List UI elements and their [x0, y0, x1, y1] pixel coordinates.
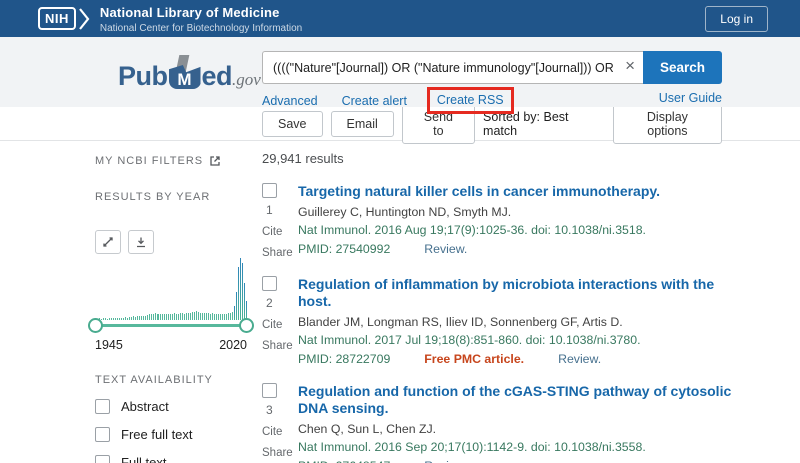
user-guide-link[interactable]: User Guide: [659, 91, 722, 105]
external-link-icon: [209, 155, 221, 167]
abstract-checkbox[interactable]: [95, 399, 110, 414]
year-slider-track: [95, 324, 247, 327]
search-input[interactable]: [262, 51, 643, 84]
nih-header: NIH National Library of Medicine Nationa…: [0, 0, 800, 37]
result-pmid: PMID: 27648547: [298, 459, 390, 463]
display-options-button[interactable]: Display options: [613, 104, 722, 144]
clear-search-icon[interactable]: ×: [625, 56, 635, 76]
share-button[interactable]: Share: [262, 247, 293, 259]
result-authors: Chen Q, Sun L, Chen ZJ.: [298, 422, 740, 436]
review-link[interactable]: Review.: [424, 459, 467, 463]
review-link[interactable]: Review.: [424, 242, 467, 256]
results-by-year-chart: 1945 2020: [95, 258, 247, 352]
year-range-slider: [95, 318, 247, 334]
create-alert-link[interactable]: Create alert: [342, 94, 407, 108]
result-authors: Guillerey C, Huntington ND, Smyth MJ.: [298, 205, 740, 219]
filter-abstract[interactable]: Abstract: [95, 399, 247, 414]
free-pmc-label: Free PMC article.: [424, 352, 524, 366]
results-toolbar: Save Email Send to Sorted by: Best match…: [0, 107, 800, 141]
result-1-checkbox[interactable]: [262, 183, 277, 198]
result-item-1: 1 Cite Share Targeting natural killer ce…: [262, 183, 740, 259]
result-number: 1: [266, 203, 273, 217]
pubmed-logo[interactable]: Pub M ed .gov: [118, 55, 261, 92]
year-start-label: 1945: [95, 338, 123, 352]
chart-expand-button[interactable]: [95, 230, 121, 254]
year-slider-handle-min[interactable]: [88, 318, 103, 333]
chart-download-button[interactable]: [128, 230, 154, 254]
login-button[interactable]: Log in: [705, 6, 768, 32]
results-list: 29,941 results 1 Cite Share Targeting na…: [262, 151, 740, 463]
full-text-checkbox[interactable]: [95, 455, 110, 463]
pubmed-book-icon: M: [169, 59, 201, 89]
create-rss-link[interactable]: Create RSS: [437, 93, 504, 107]
expand-icon: [102, 236, 114, 248]
search-button[interactable]: Search: [643, 51, 722, 84]
review-link[interactable]: Review.: [558, 352, 601, 366]
ncbi-subtitle: National Center for Biotechnology Inform…: [100, 23, 302, 34]
pubmed-logo-ed: ed: [202, 61, 233, 92]
filters-sidebar: MY NCBI FILTERS RESULTS BY YEAR: [95, 155, 247, 463]
result-3-checkbox[interactable]: [262, 383, 277, 398]
result-2-checkbox[interactable]: [262, 276, 277, 291]
advanced-link[interactable]: Advanced: [262, 94, 318, 108]
share-button[interactable]: Share: [262, 447, 293, 459]
results-by-year-chart-bars: [95, 258, 247, 320]
free-full-text-checkbox[interactable]: [95, 427, 110, 442]
result-number: 2: [266, 296, 273, 310]
my-ncbi-filters-heading[interactable]: MY NCBI FILTERS: [95, 155, 247, 167]
result-pmid: PMID: 27540992: [298, 242, 390, 256]
result-item-2: 2 Cite Share Regulation of inflammation …: [262, 276, 740, 366]
year-slider-handle-max[interactable]: [239, 318, 254, 333]
results-count: 29,941 results: [262, 151, 740, 166]
nih-logo[interactable]: NIH: [38, 7, 76, 30]
result-citation: Nat Immunol. 2016 Sep 20;17(10):1142-9. …: [298, 440, 740, 454]
result-authors: Blander JM, Longman RS, Iliev ID, Sonnen…: [298, 315, 740, 329]
result-title-link[interactable]: Targeting natural killer cells in cancer…: [298, 183, 740, 200]
cite-button[interactable]: Cite: [262, 319, 282, 331]
result-title-link[interactable]: Regulation of inflammation by microbiota…: [298, 276, 740, 310]
result-item-3: 3 Cite Share Regulation and function of …: [262, 383, 740, 463]
result-number: 3: [266, 403, 273, 417]
filter-free-full-text[interactable]: Free full text: [95, 427, 247, 442]
result-title-link[interactable]: Regulation and function of the cGAS-STIN…: [298, 383, 740, 417]
pubmed-logo-pub: Pub: [118, 61, 168, 92]
result-citation: Nat Immunol. 2017 Jul 19;18(8):851-860. …: [298, 333, 740, 347]
email-button[interactable]: Email: [331, 111, 394, 137]
nlm-title[interactable]: National Library of Medicine: [100, 5, 280, 20]
pubmed-logo-gov: .gov: [232, 70, 261, 90]
cite-button[interactable]: Cite: [262, 426, 282, 438]
text-availability-heading: TEXT AVAILABILITY: [95, 374, 247, 386]
save-button[interactable]: Save: [262, 111, 323, 137]
result-pmid: PMID: 28722709: [298, 352, 390, 366]
nih-chevron-icon: [78, 7, 90, 31]
search-section: Pub M ed .gov × Search Advanced Create a…: [0, 37, 800, 107]
create-rss-annotation-box: Create RSS: [427, 87, 514, 114]
result-citation: Nat Immunol. 2016 Aug 19;17(9):1025-36. …: [298, 223, 740, 237]
filter-full-text[interactable]: Full text: [95, 455, 247, 463]
year-end-label: 2020: [219, 338, 247, 352]
download-icon: [135, 236, 147, 248]
results-by-year-heading: RESULTS BY YEAR: [95, 191, 247, 203]
share-button[interactable]: Share: [262, 340, 293, 352]
cite-button[interactable]: Cite: [262, 226, 282, 238]
